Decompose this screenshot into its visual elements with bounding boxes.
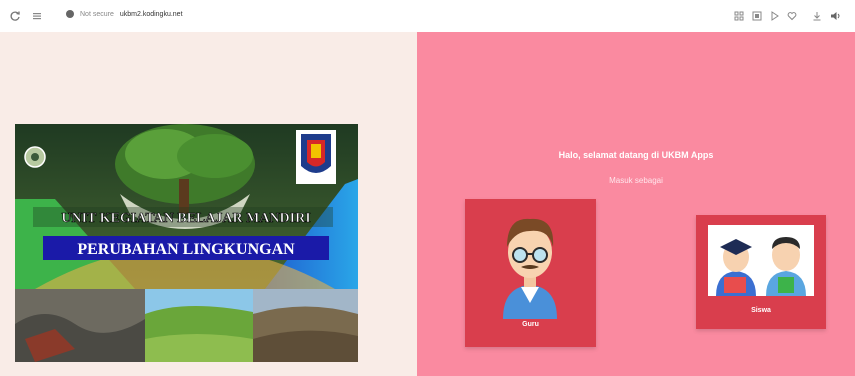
reload-icon[interactable] [8, 9, 22, 23]
info-icon [66, 10, 74, 18]
role-card-guru[interactable]: Guru [465, 199, 596, 347]
qr-icon[interactable] [751, 9, 763, 23]
role-label-guru: Guru [522, 321, 539, 328]
cast-icon[interactable] [769, 9, 781, 23]
right-panel: Halo, selamat datang di UKBM Apps Masuk … [417, 32, 855, 376]
url-host: ukbm2.kodingku.net [119, 10, 183, 18]
role-card-siswa[interactable]: Siswa [696, 215, 826, 329]
speaker-icon[interactable] [829, 9, 843, 23]
ukbm-banner-image: UNIT KEGIATAN BELAJAR MANDIRI PERUBAHAN … [15, 124, 358, 362]
role-label-siswa: Siswa [751, 307, 771, 314]
download-icon[interactable] [811, 9, 823, 23]
grid-icon[interactable] [733, 9, 745, 23]
banner-line2: PERUBAHAN LINGKUNGAN [77, 241, 295, 258]
heart-icon[interactable] [786, 9, 798, 23]
banner-line1: UNIT KEGIATAN BELAJAR MANDIRI [61, 211, 310, 226]
teacher-avatar-icon [493, 207, 568, 319]
students-icon [708, 225, 814, 296]
left-panel: UNIT KEGIATAN BELAJAR MANDIRI PERUBAHAN … [0, 32, 417, 376]
welcome-greeting: Halo, selamat datang di UKBM Apps [558, 150, 714, 160]
menu-icon[interactable] [30, 9, 44, 23]
login-as-label: Masuk sebagai [609, 176, 663, 185]
address-bar[interactable]: Not secure ukbm2.kodingku.net [66, 10, 183, 18]
security-label: Not secure [80, 10, 114, 18]
browser-toolbar: Not secure ukbm2.kodingku.net [0, 0, 855, 32]
